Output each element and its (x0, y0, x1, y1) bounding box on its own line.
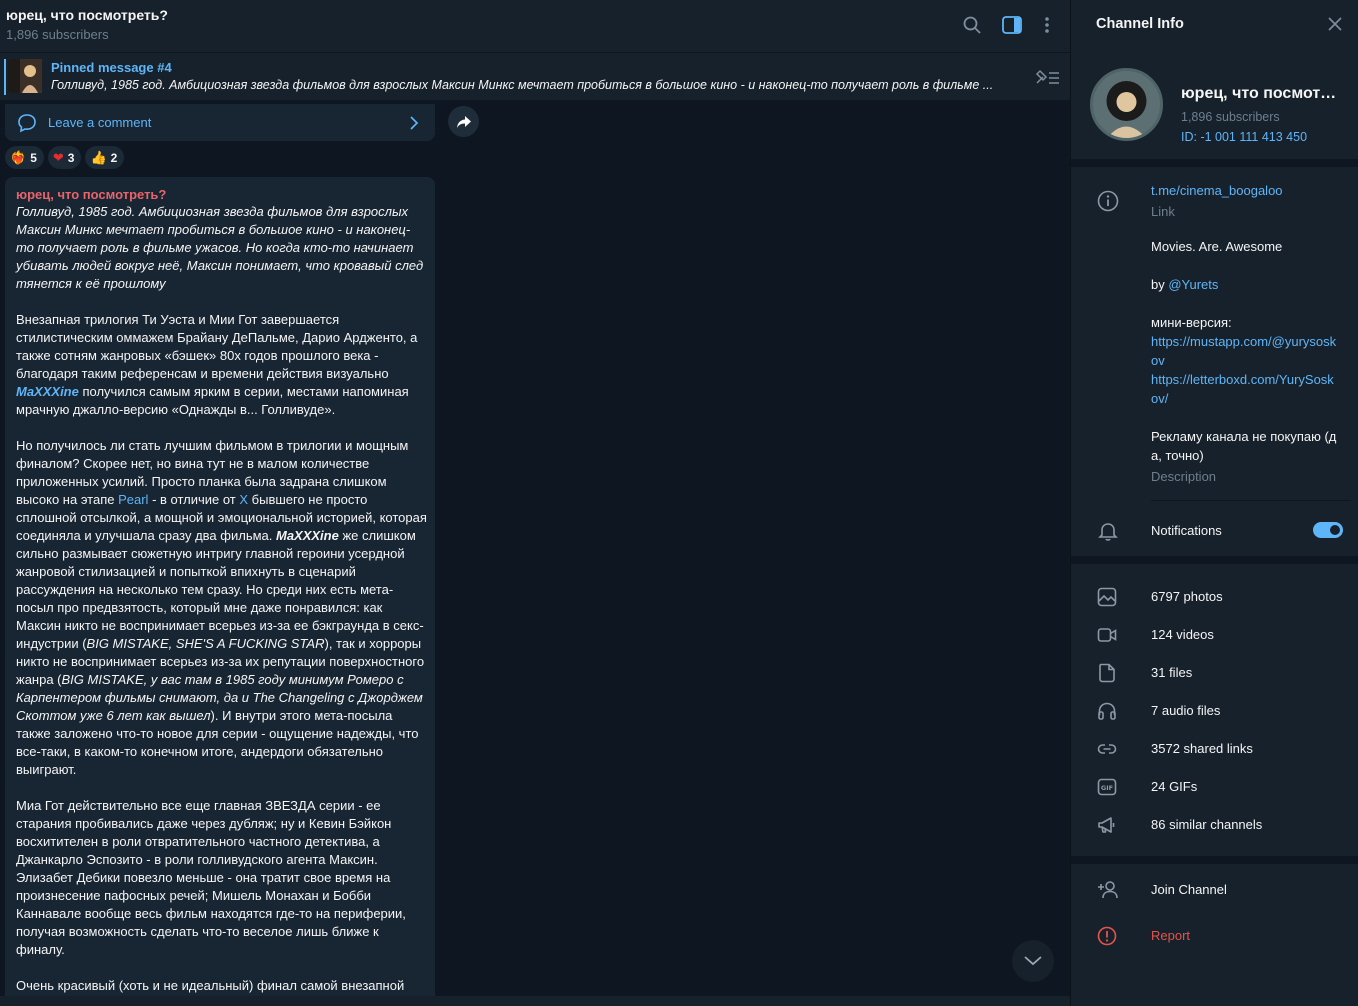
media-photos-row[interactable]: 6797 photos (1071, 578, 1358, 616)
divider (1071, 159, 1358, 167)
photo-icon (1097, 587, 1117, 607)
join-channel-button[interactable]: Join Channel (1071, 871, 1358, 909)
share-button[interactable] (448, 106, 479, 137)
panel-title: Channel Info (1096, 16, 1184, 32)
description-caption: Description (1151, 469, 1217, 484)
channel-name: юрец, что посмотреть? (1181, 85, 1341, 102)
channel-subscribers: 1,896 subscribers (1181, 110, 1280, 124)
info-icon (1097, 190, 1119, 212)
x-link[interactable]: X (239, 492, 248, 507)
bottom-bar (0, 996, 1070, 1006)
chevron-down-icon (1024, 956, 1042, 966)
description-line: мини-версия: (1151, 315, 1232, 330)
leave-comment-label: Leave a comment (48, 115, 152, 130)
media-label: 6797 photos (1151, 589, 1223, 604)
post-paragraph: Голливуд, 1985 год. Амбициозная звезда ф… (16, 204, 424, 291)
reaction-heart[interactable]: ❤ 3 (47, 146, 82, 169)
scroll-down-button[interactable] (1012, 940, 1054, 982)
divider (1071, 556, 1358, 564)
channel-link[interactable]: t.me/cinema_boogaloo (1151, 181, 1341, 200)
pinned-indicator (4, 59, 6, 95)
media-label: 31 files (1151, 665, 1193, 680)
similar-channels-row[interactable]: 86 similar channels (1071, 806, 1358, 844)
post-paragraph: Миа Гот действительно все еще главная ЗВ… (16, 798, 406, 957)
post-body: Голливуд, 1985 год. Амбициозная звезда ф… (16, 203, 428, 1006)
video-icon (1097, 628, 1117, 642)
report-label: Report (1151, 928, 1191, 943)
channel-avatar[interactable] (1090, 68, 1163, 141)
join-channel-label: Join Channel (1151, 882, 1227, 897)
media-audio-row[interactable]: 7 audio files (1071, 692, 1358, 730)
post-paragraph: Очень красивый (хоть и не идеальный) фин… (16, 978, 405, 993)
heart-icon: ❤ (52, 149, 64, 165)
reaction-count: 5 (30, 150, 37, 165)
media-label: 86 similar channels (1151, 817, 1263, 832)
media-links-row[interactable]: 3572 shared links (1071, 730, 1358, 768)
channel-info-panel: Channel Info юрец, что посмотреть? 1,896… (1070, 0, 1358, 1006)
file-icon (1099, 663, 1115, 683)
pearl-link[interactable]: Pearl (118, 492, 148, 507)
add-user-icon (1098, 881, 1118, 899)
sidebar-toggle-icon[interactable] (1001, 14, 1023, 36)
channel-id[interactable]: ID: -1 001 111 413 450 (1181, 130, 1307, 144)
chat-header[interactable]: юрец, что посмотреть? 1,896 subscribers (0, 0, 1070, 52)
divider (1071, 856, 1358, 864)
description-line: Рекламу канала не покупаю (да, точно) (1151, 429, 1337, 463)
headphones-icon (1098, 702, 1116, 720)
reaction-thumbs-up[interactable]: 👍 2 (85, 146, 125, 169)
post-paragraph: Внезапная трилогия Ти Уэста и Мии Гот за… (16, 312, 418, 417)
maxxxine-link[interactable]: MaXXXine (16, 384, 79, 399)
reaction-count: 3 (67, 150, 75, 165)
media-gifs-row[interactable]: GIF 24 GIFs (1071, 768, 1358, 806)
link-icon (1097, 744, 1117, 754)
description-line: Movies. Are. Awesome (1151, 239, 1283, 254)
chat-title[interactable]: юрец, что посмотреть? (6, 7, 168, 23)
bell-icon (1097, 520, 1119, 542)
share-arrow-icon (456, 115, 471, 128)
svg-text:GIF: GIF (1101, 784, 1113, 792)
notifications-toggle[interactable] (1313, 522, 1343, 538)
description-line: by @Yurets (1151, 277, 1219, 292)
reactions-row: ❤‍🔥 5 ❤ 3 👍 2 (5, 146, 125, 169)
pinned-list-icon[interactable] (1034, 67, 1060, 87)
link-caption: Link (1151, 204, 1175, 219)
post-paragraph: Но получилось ли стать лучшим фильмом в … (16, 438, 427, 777)
pinned-thumbnail (8, 59, 42, 93)
fire-heart-icon: ❤‍🔥 (10, 149, 27, 165)
chat-subscribers: 1,896 subscribers (6, 27, 109, 42)
media-files-row[interactable]: 31 files (1071, 654, 1358, 692)
comment-icon (18, 114, 36, 133)
close-icon[interactable] (1327, 16, 1343, 32)
letterboxd-link[interactable]: https://letterboxd.com/YurySoskov/ (1151, 370, 1341, 408)
pinned-title: Pinned message #4 (51, 60, 172, 75)
pinned-text: Голливуд, 1985 год. Амбициозная звезда ф… (51, 78, 994, 92)
reaction-count: 2 (110, 150, 118, 165)
megaphone-icon (1098, 817, 1115, 833)
more-menu-icon[interactable] (1036, 14, 1058, 36)
author-handle-link[interactable]: @Yurets (1168, 277, 1218, 292)
report-button[interactable]: Report (1071, 917, 1358, 955)
post-author[interactable]: юрец, что посмотреть? (16, 187, 166, 202)
chevron-right-icon (410, 116, 419, 130)
maxxxine-bold: MaXXXine (275, 528, 339, 543)
leave-comment-button[interactable]: Leave a comment (5, 104, 435, 141)
chat-area: юрец, что посмотреть? 1,896 subscribers … (0, 0, 1070, 1006)
pinned-message-bar[interactable]: Pinned message #4 Голливуд, 1985 год. Ам… (0, 52, 1070, 100)
media-label: 24 GIFs (1151, 779, 1198, 794)
mustapp-link[interactable]: https://mustapp.com/@yurysoskov (1151, 332, 1341, 370)
report-icon (1097, 926, 1117, 946)
reaction-fire-heart[interactable]: ❤‍🔥 5 (5, 146, 44, 169)
search-icon[interactable] (961, 14, 983, 36)
gif-icon: GIF (1097, 778, 1117, 796)
media-label: 124 videos (1151, 627, 1214, 642)
channel-post: юрец, что посмотреть? Голливуд, 1985 год… (5, 177, 435, 1006)
divider (1151, 500, 1351, 501)
thumbs-up-icon: 👍 (90, 149, 107, 165)
media-label: 7 audio files (1151, 703, 1221, 718)
media-label: 3572 shared links (1151, 741, 1253, 756)
media-videos-row[interactable]: 124 videos (1071, 616, 1358, 654)
